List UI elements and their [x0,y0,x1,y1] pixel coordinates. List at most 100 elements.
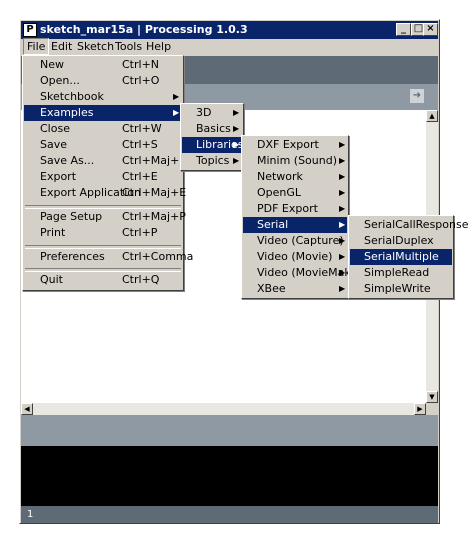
serial-menu-item-simpleread[interactable]: SimpleRead [350,265,452,281]
menu-item-label: Save As... [40,154,95,167]
serial-menu-item-simplewrite[interactable]: SimpleWrite [350,281,452,297]
file-menu: New Ctrl+N Open... Ctrl+O Sketchbook ▶ E… [22,55,193,291]
menu-item-label: Save [40,138,68,151]
message-area [21,415,438,446]
menu-item-label: Topics [196,154,230,167]
serial-menu-item-serialcallresponse[interactable]: SerialCallResponse [350,217,469,233]
menu-item-label: 3D [196,106,212,119]
menu-item-shortcut: Ctrl+O [122,74,160,87]
file-menu-item-open[interactable]: Open... Ctrl+O [24,73,182,89]
scroll-right-icon[interactable]: ▶ [414,403,426,415]
file-menu-item-new[interactable]: New Ctrl+N [24,57,182,73]
file-menu-item-preferences[interactable]: Preferences Ctrl+Comma [24,249,193,265]
menu-file[interactable]: File [23,38,50,55]
horizontal-scrollbar[interactable] [21,403,426,415]
menu-item-label: SimpleRead [364,266,430,279]
scrollbar-corner [426,403,438,415]
menu-item-label: SerialDuplex [364,234,434,247]
submenu-arrow-icon: ▶ [233,156,240,165]
menu-item-label: Minim (Sound) [257,154,338,167]
file-menu-item-quit[interactable]: Quit Ctrl+Q [24,272,182,288]
menu-item-shortcut: Ctrl+S [122,138,158,151]
right-arrow-icon[interactable]: ➜ [410,89,424,103]
libraries-menu-item-dxf-export[interactable]: DXF Export ▶ [243,137,347,153]
menu-item-label: Print [40,226,66,239]
menu-item-label: SerialMultiple [364,250,439,263]
line-status-bar [21,506,438,523]
menu-item-label: Quit [40,273,63,286]
close-button[interactable]: × [423,23,438,36]
menu-item-label: Open... [40,74,80,87]
libraries-menu: DXF Export ▶ Minim (Sound) ▶ Network ▶ O… [241,135,366,299]
menu-item-shortcut: Ctrl+N [122,58,160,71]
libraries-menu-item-xbee[interactable]: XBee ▶ [243,281,347,297]
submenu-arrow-icon: ▶ [339,252,346,261]
scroll-up-icon[interactable]: ▲ [426,110,438,122]
scroll-down-icon[interactable]: ▼ [426,391,438,403]
file-menu-item-page-setup[interactable]: Page Setup Ctrl+Maj+P [24,209,186,225]
menu-item-label: SimpleWrite [364,282,431,295]
menu-item-shortcut: Ctrl+Maj+E [122,186,187,199]
menu-item-label: Page Setup [40,210,103,223]
serial-menu-item-serialmultiple[interactable]: SerialMultiple [350,249,452,265]
menu-item-label: PDF Export [257,202,318,215]
menu-item-label: Network [257,170,303,183]
submenu-arrow-icon: ▶ [339,204,346,213]
menu-item-shortcut: Ctrl+Maj+P [122,210,186,223]
examples-menu: 3D ▶ Basics ▶ Libraries ▶ Topics ▶ [180,103,244,171]
menu-item-shortcut: Ctrl+Comma [122,250,194,263]
submenu-arrow-icon: ▶ [339,188,346,197]
submenu-arrow-icon: ▶ [233,108,240,117]
libraries-menu-item-opengl[interactable]: OpenGL ▶ [243,185,347,201]
examples-menu-item-topics[interactable]: Topics ▶ [182,153,242,169]
menu-item-label: SerialCallResponse [364,218,469,231]
menu-item-label: Video (Capture) [257,234,344,247]
file-menu-item-sketchbook[interactable]: Sketchbook ▶ [24,89,182,105]
examples-menu-item-libraries[interactable]: Libraries ▶ [182,137,244,153]
file-menu-item-export-application[interactable]: Export Application Ctrl+Maj+E [24,185,186,201]
file-menu-item-examples[interactable]: Examples ▶ [24,105,182,121]
libraries-menu-item-video-moviemaker[interactable]: Video (MovieMaker) ▶ [243,265,366,281]
menu-item-label: DXF Export [257,138,319,151]
examples-menu-item-3d[interactable]: 3D ▶ [182,105,242,121]
libraries-menu-item-video-movie[interactable]: Video (Movie) ▶ [243,249,347,265]
menu-help[interactable]: Help [143,39,174,55]
submenu-arrow-icon: ▶ [339,172,346,181]
submenu-arrow-icon: ▶ [173,92,180,101]
menu-item-shortcut: Ctrl+Maj+S [122,154,187,167]
submenu-arrow-icon: ▶ [339,268,346,277]
examples-menu-item-basics[interactable]: Basics ▶ [182,121,242,137]
libraries-menu-item-network[interactable]: Network ▶ [243,169,347,185]
file-menu-item-print[interactable]: Print Ctrl+P [24,225,182,241]
menu-sketch[interactable]: Sketch [74,39,117,55]
libraries-menu-item-pdf-export[interactable]: PDF Export ▶ [243,201,347,217]
menu-tools[interactable]: Tools [112,39,145,55]
file-menu-item-export[interactable]: Export Ctrl+E [24,169,182,185]
file-menu-item-close[interactable]: Close Ctrl+W [24,121,182,137]
minimize-button[interactable]: _ [396,23,411,36]
libraries-menu-item-minim[interactable]: Minim (Sound) ▶ [243,153,347,169]
menu-item-label: XBee [257,282,286,295]
libraries-menu-item-video-capture[interactable]: Video (Capture) ▶ [243,233,347,249]
submenu-arrow-icon: ▶ [233,124,240,133]
submenu-arrow-icon: ▶ [339,220,346,229]
serial-menu: SerialCallResponse SerialDuplex SerialMu… [348,215,469,299]
file-menu-item-save[interactable]: Save Ctrl+S [24,137,182,153]
window-title: sketch_mar15a | Processing 1.0.3 [40,23,248,36]
submenu-arrow-icon: ▶ [233,140,240,149]
menu-item-label: Preferences [40,250,105,263]
libraries-menu-item-serial[interactable]: Serial ▶ [243,217,347,233]
menu-item-shortcut: Ctrl+E [122,170,158,183]
scroll-left-icon[interactable]: ◀ [21,403,33,415]
file-menu-item-save-as[interactable]: Save As... Ctrl+Maj+S [24,153,186,169]
menu-item-shortcut: Ctrl+Q [122,273,160,286]
serial-menu-item-serialduplex[interactable]: SerialDuplex [350,233,452,249]
submenu-arrow-icon: ▶ [173,108,180,117]
menu-item-label: Export [40,170,77,183]
menu-item-label: Video (Movie) [257,250,333,263]
menu-edit[interactable]: Edit [48,39,75,55]
console[interactable] [21,446,438,506]
submenu-arrow-icon: ▶ [339,156,346,165]
menu-item-label: Examples [40,106,94,119]
menu-item-label: New [40,58,64,71]
